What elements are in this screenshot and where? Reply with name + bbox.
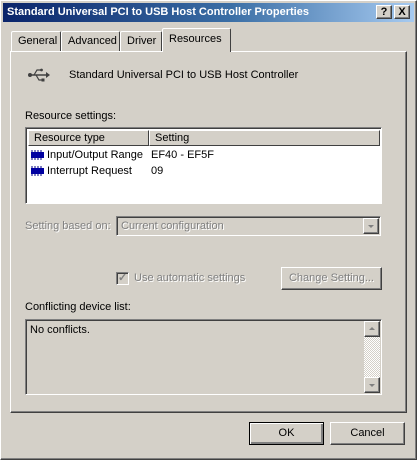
tab-driver[interactable]: Driver — [120, 31, 162, 51]
tab-advanced[interactable]: Advanced — [61, 31, 120, 51]
tab-general[interactable]: General — [11, 31, 61, 51]
cancel-button[interactable]: Cancel — [330, 422, 405, 445]
properties-window: Standard Universal PCI to USB Host Contr… — [0, 0, 417, 460]
close-button[interactable]: X — [394, 5, 410, 19]
help-button[interactable]: ? — [376, 5, 392, 19]
title-bar[interactable]: Standard Universal PCI to USB Host Contr… — [3, 3, 414, 22]
tab-resources[interactable]: Resources — [162, 28, 231, 52]
window-title: Standard Universal PCI to USB Host Contr… — [7, 6, 309, 18]
tab-panel — [10, 51, 407, 413]
ok-button[interactable]: OK — [249, 422, 324, 445]
